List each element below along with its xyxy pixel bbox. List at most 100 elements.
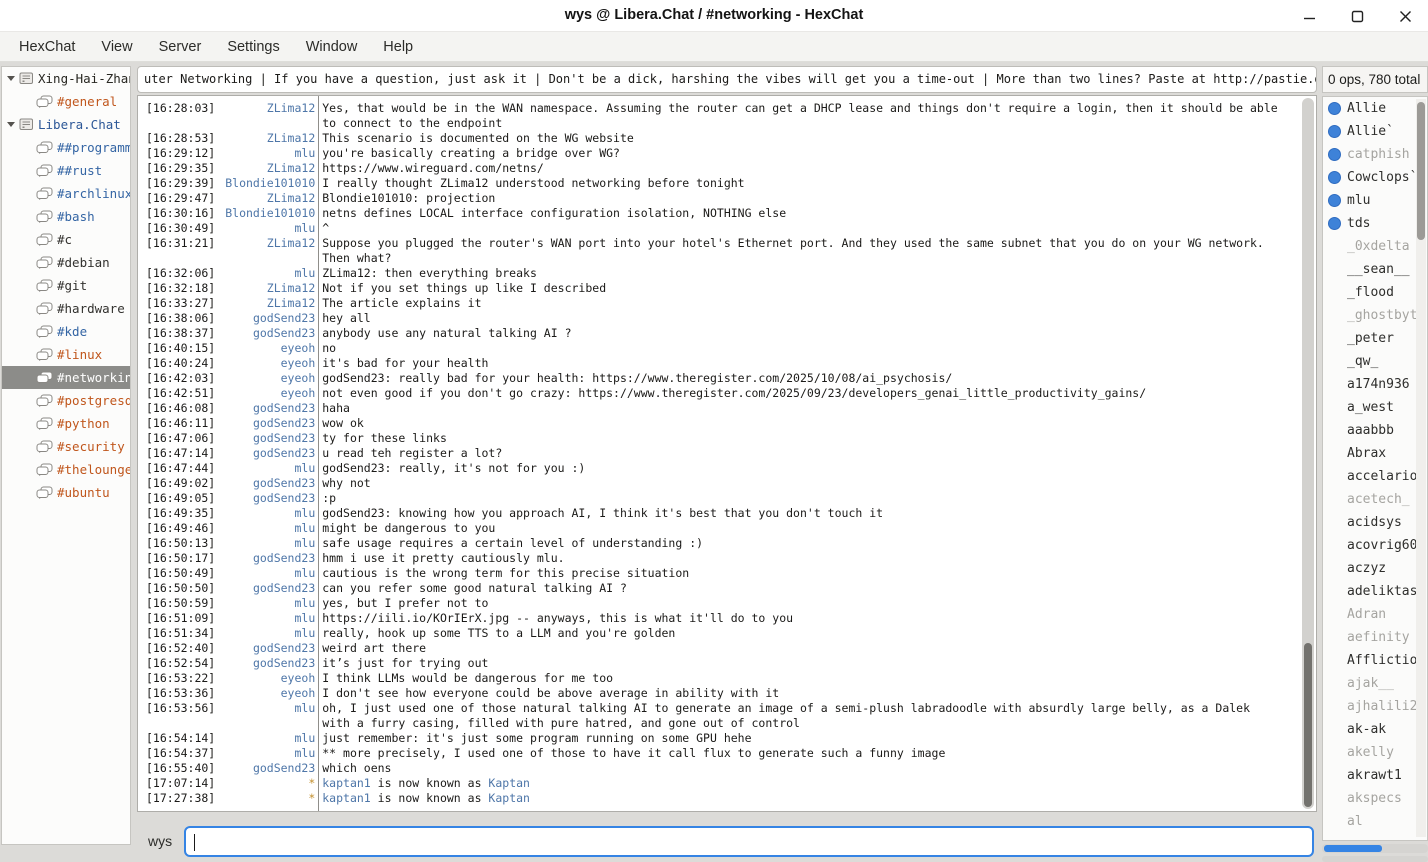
chat-bubble-icon [36,440,53,454]
chat-bubble-icon [36,210,53,224]
user-item-akrawt1[interactable]: akrawt1 [1323,764,1427,787]
tree-channel-kde[interactable]: #kde [2,320,130,343]
chat-bubble-icon [36,233,53,247]
tree-channel-rust[interactable]: ##rust [2,159,130,182]
chat-bubble-icon [36,164,53,178]
userlist-bottom-scrollbar-track[interactable] [1322,856,1428,862]
tree-channel-bash[interactable]: #bash [2,205,130,228]
tree-network-libera-chat[interactable]: Libera.Chat [2,113,130,136]
user-nick: Allie` [1347,124,1394,139]
message-input[interactable] [184,826,1314,857]
tree-channel-archlinux[interactable]: #archlinux [2,182,130,205]
user-item-0xdelta[interactable]: _0xdelta [1323,235,1427,258]
minimize-button[interactable] [1300,7,1318,25]
user-item-ajhalili2[interactable]: ajhalili2 [1323,695,1427,718]
userlist-horizontal-scrollbar[interactable] [1322,844,1428,853]
timestamp: [16:54:37] [138,746,215,761]
user-item-peter[interactable]: _peter [1323,327,1427,350]
user-item-akelly[interactable]: akelly [1323,741,1427,764]
server-icon [19,118,34,131]
channel-label: #ubuntu [57,485,110,500]
user-item-acidsys[interactable]: acidsys [1323,511,1427,534]
tree-channel-programming[interactable]: ##programming [2,136,130,159]
nick: Blondie101010 [215,176,315,191]
tree-channel-networking[interactable]: #networking [2,366,130,389]
chat-message-row: [16:53:36]eyeohI don't see how everyone … [138,686,1316,701]
user-item-akspecs[interactable]: akspecs [1323,787,1427,810]
chat-vertical-scrollbar[interactable] [1302,98,1314,809]
timestamp: [16:52:54] [138,656,215,671]
menu-item-window[interactable]: Window [293,34,371,60]
tree-network-xing-hai-zhan[interactable]: Xing-Hai-Zhan [2,67,130,90]
userlist-hscrollbar-thumb[interactable] [1324,845,1382,852]
maximize-button[interactable] [1348,7,1366,25]
tree-channel-general[interactable]: #general [2,90,130,113]
timestamp: [16:29:39] [138,176,215,191]
user-item-accelario[interactable]: accelario [1323,465,1427,488]
user-item-acovrig60[interactable]: acovrig60 [1323,534,1427,557]
user-item-acetech[interactable]: acetech_ [1323,488,1427,511]
chat-scrollbar-thumb[interactable] [1304,643,1312,807]
tree-channel-thelounge[interactable]: #thelounge [2,458,130,481]
menu-item-hexchat[interactable]: HexChat [6,34,88,60]
voice-dot-icon [1328,194,1341,207]
userlist-vertical-scrollbar[interactable] [1416,99,1426,837]
menu-item-server[interactable]: Server [146,34,215,60]
message-text: godSend23: knowing how you approach AI, … [315,506,1316,521]
user-item-aaabbb[interactable]: aaabbb [1323,419,1427,442]
menu-item-view[interactable]: View [88,34,145,60]
menu-item-settings[interactable]: Settings [214,34,292,60]
user-nick: _flood [1347,285,1394,300]
user-item-ghostbyt[interactable]: _ghostbyt [1323,304,1427,327]
user-item-ajak[interactable]: ajak__ [1323,672,1427,695]
user-item-flood[interactable]: _flood [1323,281,1427,304]
menu-item-help[interactable]: Help [370,34,426,60]
tree-channel-git[interactable]: #git [2,274,130,297]
user-item-a174n936[interactable]: a174n936 [1323,373,1427,396]
tree-channel-hardware[interactable]: #hardware [2,297,130,320]
user-nick: _0xdelta [1347,239,1410,254]
user-item-affliction[interactable]: Affliction [1323,649,1427,672]
user-item-sean[interactable]: __sean__ [1323,258,1427,281]
expander-icon[interactable] [7,76,15,81]
tree-channel-linux[interactable]: #linux [2,343,130,366]
input-nick-label: wys [148,833,172,849]
user-item-tds[interactable]: tds [1323,212,1427,235]
nick: mlu [215,701,315,716]
userlist-scrollbar-thumb[interactable] [1417,102,1425,240]
user-item-cowclops[interactable]: Cowclops` [1323,166,1427,189]
user-item-aczyz[interactable]: aczyz [1323,557,1427,580]
expander-icon[interactable] [7,122,15,127]
chat-message-row: [16:28:03]ZLima12Yes, that would be in t… [138,101,1316,131]
message-text: can you refer some good natural talking … [315,581,1316,596]
tree-channel-ubuntu[interactable]: #ubuntu [2,481,130,504]
tree-channel-c[interactable]: #c [2,228,130,251]
user-item-aefinity[interactable]: aefinity [1323,626,1427,649]
user-item-adran[interactable]: Adran [1323,603,1427,626]
user-item-al[interactable]: al [1323,810,1427,833]
message-text: Suppose you plugged the router's WAN por… [315,236,1316,266]
topic-input[interactable]: uter Networking | If you have a question… [137,66,1317,93]
user-item-qw[interactable]: _qw_ [1323,350,1427,373]
timestamp: [16:49:35] [138,506,215,521]
tree-channel-postgresql[interactable]: #postgresql [2,389,130,412]
chat-message-row: [16:28:53]ZLima12This scenario is docume… [138,131,1316,146]
nick: mlu [215,536,315,551]
user-item-adeliktas[interactable]: adeliktas [1323,580,1427,603]
user-item-ak-ak[interactable]: ak-ak [1323,718,1427,741]
tree-channel-security[interactable]: #security [2,435,130,458]
user-item-mlu[interactable]: mlu [1323,189,1427,212]
tree-channel-python[interactable]: #python [2,412,130,435]
user-item-allie[interactable]: Allie` [1323,120,1427,143]
user-item-allie[interactable]: Allie [1323,97,1427,120]
nick: ZLima12 [215,131,315,146]
tree-channel-debian[interactable]: #debian [2,251,130,274]
user-item-a-west[interactable]: a_west [1323,396,1427,419]
close-button[interactable] [1396,7,1414,25]
user-item-catphish[interactable]: catphish [1323,143,1427,166]
voice-dot-icon [1328,102,1341,115]
user-item-abrax[interactable]: Abrax [1323,442,1427,465]
user-nick: _ghostbyt [1347,308,1417,323]
timestamp: [16:50:59] [138,596,215,611]
message-text: haha [315,401,1316,416]
